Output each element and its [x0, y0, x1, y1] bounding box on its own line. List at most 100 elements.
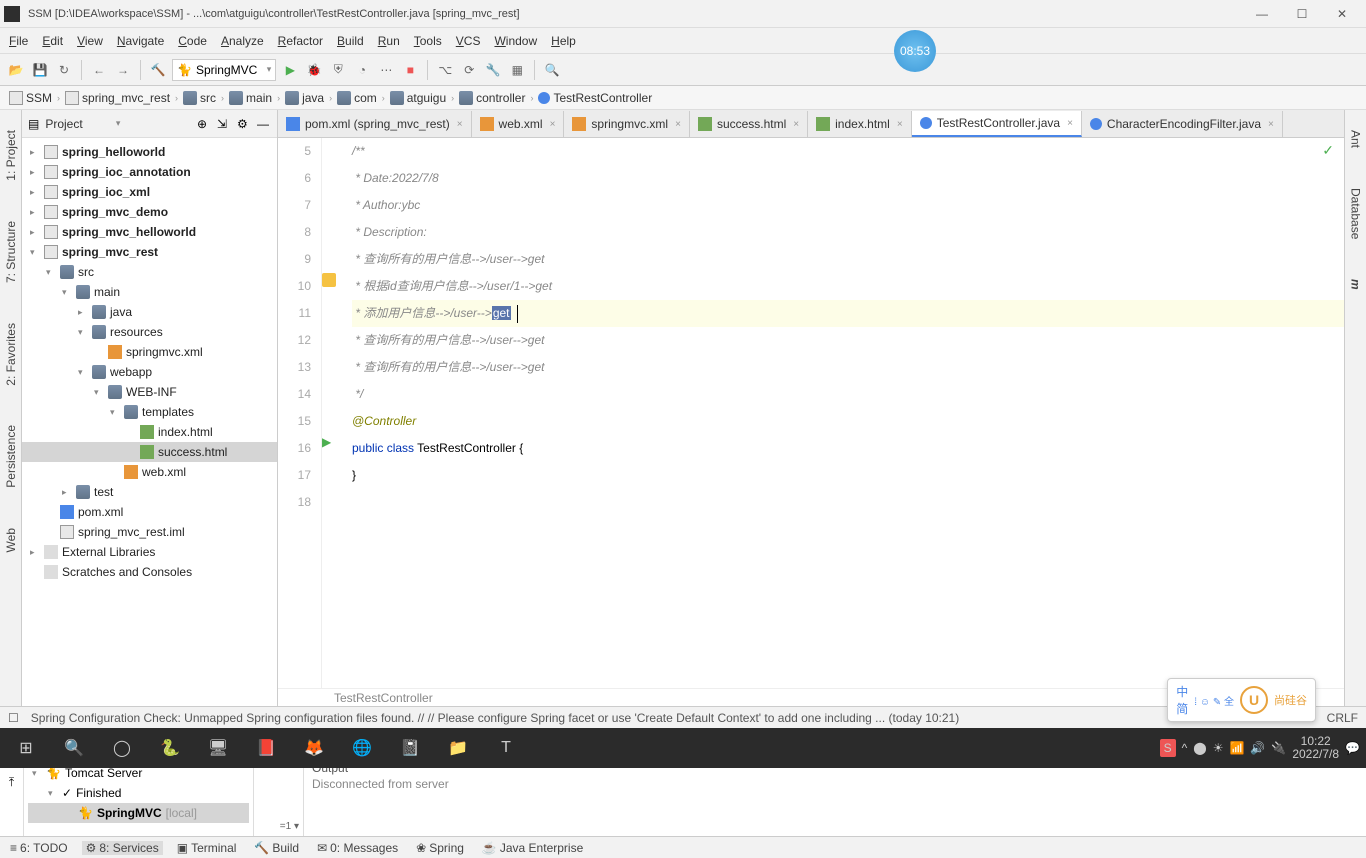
dock-web[interactable]: Web [4, 528, 18, 552]
run-config-select[interactable]: 🐈 SpringMVC [172, 59, 276, 81]
back-icon[interactable]: ← [89, 60, 109, 80]
svc-tree-icon[interactable]: ⤒ [9, 775, 14, 790]
ime-indicator[interactable]: 中简 ⁞ ☺ ✎ 全 U 尚硅谷 [1167, 678, 1316, 722]
crumb-spring_mvc_rest[interactable]: spring_mvc_rest [62, 91, 173, 105]
tree-item[interactable]: ▾spring_mvc_rest [22, 242, 277, 262]
tree-item[interactable]: ▸spring_ioc_annotation [22, 162, 277, 182]
tab-index.html[interactable]: index.html× [808, 111, 912, 137]
dock-persistence[interactable]: Persistence [4, 425, 18, 488]
crumb-main[interactable]: main [226, 91, 275, 105]
system-tray[interactable]: S^⬤☀📶🔊🔌10:222022/7/8💬 [1160, 735, 1360, 761]
code-editor[interactable]: ✓ 56789101112131415161718 ▶ /** * Date:2… [278, 138, 1344, 688]
tool-6: TODO[interactable]: ≡6: TODO [6, 841, 72, 855]
tool-Java Enterprise[interactable]: ☕Java Enterprise [478, 841, 587, 855]
tab-web.xml[interactable]: web.xml× [472, 111, 565, 137]
tool-Terminal[interactable]: ▣Terminal [173, 841, 241, 855]
tree-item[interactable]: springmvc.xml [22, 342, 277, 362]
status-message[interactable]: Spring Configuration Check: Unmapped Spr… [31, 711, 1222, 725]
tree-item[interactable]: ▸External Libraries [22, 542, 277, 562]
run-class-gutter-icon[interactable]: ▶ [322, 435, 336, 449]
tool-8: Services[interactable]: ⚙8: Services [82, 841, 163, 855]
taskbar-app[interactable]: 📁 [438, 732, 478, 764]
menu-analyze[interactable]: Analyze [214, 32, 271, 50]
vcs-icon[interactable]: ⌥ [435, 60, 455, 80]
menu-refactor[interactable]: Refactor [271, 32, 330, 50]
dock-favorites[interactable]: 2: Favorites [4, 323, 18, 386]
tab-success.html[interactable]: success.html× [690, 111, 808, 137]
settings-icon[interactable]: 🔧 [483, 60, 503, 80]
crumb-SSM[interactable]: SSM [6, 91, 55, 105]
taskbar-app[interactable]: T [486, 732, 526, 764]
tree-item[interactable]: ▾WEB-INF [22, 382, 277, 402]
collapse-icon[interactable]: ⇲ [217, 117, 231, 131]
dock-project[interactable]: 1: Project [4, 130, 18, 181]
svc-tree-item[interactable]: 🐈SpringMVC [local] [28, 803, 249, 823]
crumb-src[interactable]: src [180, 91, 219, 105]
taskbar-app[interactable]: 🌐 [342, 732, 382, 764]
tree-item[interactable]: index.html [22, 422, 277, 442]
crumb-com[interactable]: com [334, 91, 380, 105]
status-line-ending[interactable]: CRLF [1327, 711, 1358, 725]
structure-icon[interactable]: ▦ [507, 60, 527, 80]
dock-maven[interactable]: m [1349, 279, 1363, 290]
menu-view[interactable]: View [70, 32, 110, 50]
menu-code[interactable]: Code [171, 32, 214, 50]
menu-edit[interactable]: Edit [35, 32, 70, 50]
coverage-icon[interactable]: ⛨ [328, 60, 348, 80]
save-all-icon[interactable]: 💾 [30, 60, 50, 80]
sync-icon[interactable]: ↻ [54, 60, 74, 80]
tree-item[interactable]: ▸spring_mvc_helloworld [22, 222, 277, 242]
menu-window[interactable]: Window [487, 32, 544, 50]
taskbar-app[interactable]: 🖥 [198, 732, 238, 764]
forward-icon[interactable]: → [113, 60, 133, 80]
taskbar-app[interactable]: ⊞ [6, 732, 46, 764]
windows-taskbar[interactable]: ⊞🔍◯🐍🖥📕🦊🌐📓📁TS^⬤☀📶🔊🔌10:222022/7/8💬 [0, 728, 1366, 768]
svc-tree-item[interactable]: ▾✓Finished [28, 783, 249, 803]
dock-ant[interactable]: Ant [1349, 130, 1363, 148]
locate-icon[interactable]: ⊕ [197, 117, 211, 131]
crumb-java[interactable]: java [282, 91, 327, 105]
run-icon[interactable]: ▶ [280, 60, 300, 80]
taskbar-app[interactable]: 🐍 [150, 732, 190, 764]
tool-Build[interactable]: 🔨Build [250, 841, 303, 855]
tool-0: Messages[interactable]: ✉0: Messages [313, 841, 402, 855]
tree-item[interactable]: web.xml [22, 462, 277, 482]
build-icon[interactable]: 🔨 [148, 60, 168, 80]
tab-CharacterEncodingFilter.java[interactable]: CharacterEncodingFilter.java× [1082, 111, 1283, 137]
tree-item[interactable]: spring_mvc_rest.iml [22, 522, 277, 542]
hide-icon[interactable]: — [257, 117, 271, 131]
tree-item[interactable]: ▾templates [22, 402, 277, 422]
tree-item[interactable]: ▸spring_ioc_xml [22, 182, 277, 202]
tree-item[interactable]: Scratches and Consoles [22, 562, 277, 582]
tree-item[interactable]: success.html [22, 442, 277, 462]
tree-item[interactable]: ▸spring_helloworld [22, 142, 277, 162]
tab-springmvc.xml[interactable]: springmvc.xml× [564, 111, 690, 137]
open-icon[interactable]: 📂 [6, 60, 26, 80]
attach-icon[interactable]: ⋯ [376, 60, 396, 80]
crumb-controller[interactable]: controller [456, 91, 528, 105]
menu-run[interactable]: Run [371, 32, 407, 50]
minimize-button[interactable]: — [1242, 0, 1282, 28]
menu-tools[interactable]: Tools [407, 32, 449, 50]
tab-TestRestController.java[interactable]: TestRestController.java× [912, 111, 1082, 137]
project-tree[interactable]: ▸spring_helloworld▸spring_ioc_annotation… [22, 138, 277, 706]
dock-database[interactable]: Database [1349, 188, 1363, 239]
tab-pom.xml (spring_mvc_rest)[interactable]: pom.xml (spring_mvc_rest)× [278, 111, 472, 137]
close-button[interactable]: ✕ [1322, 0, 1362, 28]
taskbar-app[interactable]: 🦊 [294, 732, 334, 764]
taskbar-app[interactable]: 🔍 [54, 732, 94, 764]
update-icon[interactable]: ⟳ [459, 60, 479, 80]
stop-icon[interactable]: ■ [400, 60, 420, 80]
gear-icon[interactable]: ⚙ [237, 117, 251, 131]
crumb-TestRestController[interactable]: TestRestController [535, 91, 655, 105]
debug-icon[interactable]: 🐞 [304, 60, 324, 80]
taskbar-app[interactable]: 📓 [390, 732, 430, 764]
tool-Spring[interactable]: ❀Spring [412, 841, 468, 855]
menu-navigate[interactable]: Navigate [110, 32, 171, 50]
maximize-button[interactable]: ☐ [1282, 0, 1322, 28]
tree-item[interactable]: pom.xml [22, 502, 277, 522]
tree-item[interactable]: ▸java [22, 302, 277, 322]
crumb-atguigu[interactable]: atguigu [387, 91, 449, 105]
tree-item[interactable]: ▾resources [22, 322, 277, 342]
menu-help[interactable]: Help [544, 32, 583, 50]
